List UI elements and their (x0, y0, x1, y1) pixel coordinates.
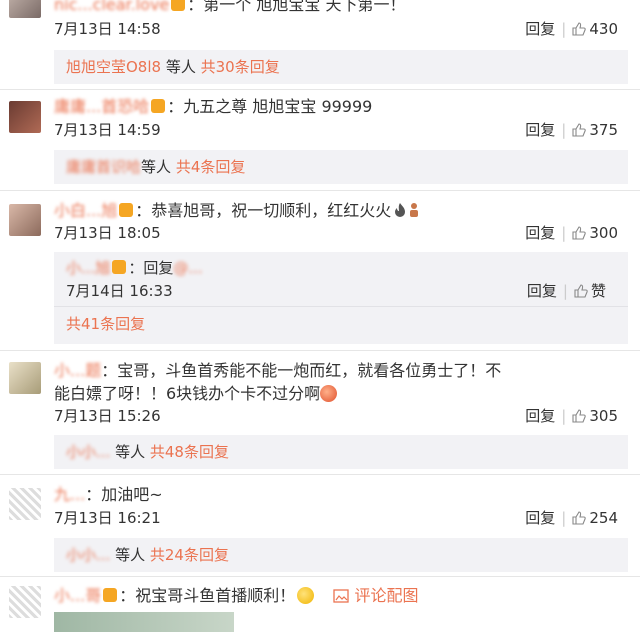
reply-count-link[interactable]: 共30条回复 (201, 58, 280, 76)
username[interactable]: nic...clear.love (54, 0, 169, 16)
reply-button[interactable]: 回复 (525, 509, 555, 527)
avatar[interactable] (9, 101, 41, 133)
reply-button[interactable]: 回复 (525, 121, 555, 139)
comment-item: nic...clear.love ：第一个 旭旭宝宝 天下第一！ 7月13日 14… (0, 0, 640, 92)
username[interactable]: 九... (54, 484, 85, 506)
like-count: 305 (589, 407, 618, 425)
reply-count-link[interactable]: 共4条回复 (176, 158, 246, 176)
comment-actions: 回复 | 375 (525, 121, 618, 139)
divider (54, 306, 628, 307)
reply-button[interactable]: 回复 (527, 282, 557, 300)
divider (0, 350, 640, 351)
comment-text: ：加油吧~ (85, 485, 163, 504)
reply-text: ：回复 (128, 259, 174, 277)
reply-date: 7月14日 16:33 (66, 282, 173, 300)
vip-badge-icon (112, 260, 127, 274)
comment-actions: 回复 | 254 (525, 509, 618, 527)
comment-text: ：祝宝哥斗鱼首播顺利！ (119, 586, 296, 605)
comment-actions: 回复 | 305 (525, 407, 618, 425)
comment-date: 7月13日 14:58 (54, 20, 161, 38)
avatar[interactable] (9, 586, 41, 618)
username[interactable]: 小...题 (54, 360, 101, 382)
thumbs-up-icon[interactable] (572, 226, 587, 240)
like-count: 254 (589, 509, 618, 527)
thumbs-up-icon[interactable] (572, 22, 587, 36)
thumbs-up-icon[interactable] (572, 409, 587, 423)
comment-item: 小...题：宝哥，斗鱼首秀能不能一炮而红，就看各位勇士了！不 能白嫖了呀！！6块… (0, 352, 640, 472)
like-count: 430 (589, 20, 618, 38)
comment-date: 7月13日 15:26 (54, 407, 161, 425)
comment-item: 庸庸...首恐哈 ：九五之尊 旭旭宝宝 99999 7月13日 14:59 回复 |… (0, 92, 640, 192)
image-icon[interactable] (333, 589, 350, 603)
username[interactable]: 小...哥 (54, 585, 101, 607)
reply-count-link[interactable]: 共24条回复 (150, 546, 229, 564)
vip-badge-icon (171, 0, 186, 11)
like-count: 300 (589, 224, 618, 242)
reply-summary[interactable]: 庸庸首识哈等人 共4条回复 (54, 150, 628, 184)
comment-text: ：宝哥，斗鱼首秀能不能一炮而红，就看各位勇士了！不 (101, 361, 502, 380)
comment-item: 九...：加油吧~ 7月13日 16:21 回复 | 254 小小... 等人 共2… (0, 476, 640, 576)
comment-date: 7月13日 18:05 (54, 224, 161, 242)
avatar[interactable] (9, 362, 41, 394)
username[interactable]: 庸庸...首恐哈 (54, 96, 149, 118)
comment-with-image-link[interactable]: 评论配图 (354, 586, 418, 605)
comment-actions: 回复 | 300 (525, 224, 618, 242)
attached-image[interactable] (54, 612, 234, 632)
vip-badge-icon (119, 203, 134, 217)
thumbs-up-icon[interactable] (572, 123, 587, 137)
divider (0, 190, 640, 191)
face-emoji-icon (320, 385, 338, 402)
mention-link[interactable]: @... (173, 258, 202, 278)
avatar[interactable] (9, 0, 41, 18)
reply-actions: 回复 | 赞 (526, 282, 606, 300)
comment-actions: 回复 | 430 (525, 20, 618, 38)
reply-user[interactable]: 小小... (66, 442, 110, 462)
reply-user[interactable]: 小...旭 (66, 258, 110, 278)
nested-reply: 小...旭 ：回复@... 7月14日 16:33 回复 | 赞 共41条回复 (54, 252, 628, 344)
reply-user[interactable]: 庸庸首识哈 (66, 157, 141, 177)
reply-button[interactable]: 回复 (525, 407, 555, 425)
divider (0, 474, 640, 475)
reply-user[interactable]: 小小... (66, 545, 110, 565)
vip-badge-icon (103, 588, 118, 602)
comment-text: ：恭喜旭哥，祝一切顺利，红红火火 (135, 201, 392, 220)
thumbs-up-icon[interactable] (572, 511, 587, 525)
reply-user[interactable]: 旭旭空莹O8l8 (66, 58, 161, 76)
reply-summary[interactable]: 小小... 等人 共24条回复 (54, 538, 628, 572)
reply-count-link[interactable]: 共41条回复 (66, 314, 145, 334)
like-button[interactable]: 赞 (591, 282, 606, 300)
comment-date: 7月13日 14:59 (54, 121, 161, 139)
comment-text: ：第一个 旭旭宝宝 天下第一！ (187, 0, 406, 14)
divider (0, 89, 640, 90)
comment-text: ：九五之尊 旭旭宝宝 99999 (167, 97, 373, 116)
thumbs-up-icon[interactable] (574, 284, 588, 298)
comment-text-cont: 能白嫖了呀！！6块钱办个卡不过分啊 (54, 384, 321, 403)
smile-emoji-icon (297, 587, 315, 604)
fire-emoji-icon (395, 203, 406, 217)
comment-item: 小白...旭 ：恭喜旭哥，祝一切顺利，红红火火 7月13日 18:05 回复 | 30… (0, 192, 640, 352)
figure-emoji-icon (410, 203, 419, 217)
divider (0, 576, 640, 577)
reply-count-link[interactable]: 共48条回复 (150, 443, 229, 461)
avatar[interactable] (9, 488, 41, 520)
reply-summary[interactable]: 小小... 等人 共48条回复 (54, 435, 628, 469)
reply-summary[interactable]: 旭旭空莹O8l8 等人 共30条回复 (54, 50, 628, 84)
comment-item: 小...哥 ：祝宝哥斗鱼首播顺利！ 评论配图 (0, 578, 640, 632)
username[interactable]: 小白...旭 (54, 200, 117, 222)
vip-badge-icon (151, 99, 166, 113)
comment-date: 7月13日 16:21 (54, 509, 161, 527)
reply-button[interactable]: 回复 (525, 224, 555, 242)
like-count: 375 (589, 121, 618, 139)
reply-button[interactable]: 回复 (525, 20, 555, 38)
avatar[interactable] (9, 204, 41, 236)
